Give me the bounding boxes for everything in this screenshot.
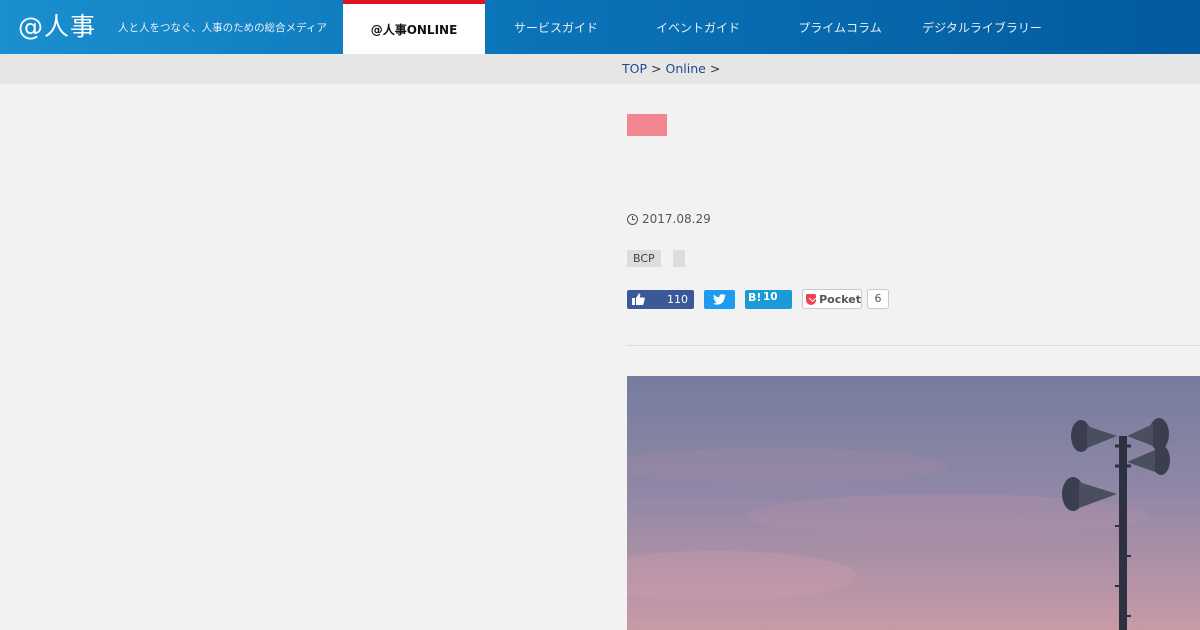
divider: [627, 345, 1200, 346]
nav-item-digital-library[interactable]: デジタルライブラリー: [911, 0, 1053, 54]
clock-icon: [627, 213, 638, 225]
facebook-like-button[interactable]: 110: [627, 290, 694, 309]
hatena-bookmark-button[interactable]: B! 10: [745, 290, 792, 309]
pocket-icon: [806, 293, 817, 305]
breadcrumb-online[interactable]: Online: [666, 61, 706, 76]
hatena-count: 10: [763, 291, 778, 303]
breadcrumb-bar: [0, 54, 1200, 84]
nav-item-prime-column[interactable]: プライムコラム: [769, 0, 911, 54]
tag-bcp[interactable]: BCP: [627, 250, 661, 267]
date-text: 2017.08.29: [642, 212, 711, 226]
article-hero-image: [627, 376, 1200, 630]
breadcrumb-separator: >: [651, 61, 662, 76]
thumbs-up-icon: [632, 293, 645, 305]
breadcrumb: TOP > Online >: [622, 61, 724, 77]
article-date: 2017.08.29: [627, 211, 711, 227]
site-logo[interactable]: @人事: [18, 12, 96, 42]
nav-item-service-guide[interactable]: サービスガイド: [485, 0, 627, 54]
breadcrumb-separator: >: [709, 61, 721, 76]
nav-item-event-guide[interactable]: イベントガイド: [627, 0, 769, 54]
site-header: @人事 人と人をつなぐ、人事のための総合メディア @人事ONLINE サービスガ…: [0, 0, 1200, 54]
tag-empty[interactable]: [673, 250, 685, 267]
hatena-icon: B!: [748, 291, 762, 304]
pocket-button[interactable]: Pocket: [802, 289, 862, 309]
nav-item-online[interactable]: @人事ONLINE: [343, 0, 485, 54]
site-tagline: 人と人をつなぐ、人事のための総合メディア: [118, 22, 327, 34]
pocket-count: 6: [867, 289, 889, 309]
facebook-count: 110: [667, 293, 688, 306]
pocket-label: Pocket: [819, 292, 861, 306]
breadcrumb-top[interactable]: TOP: [622, 61, 647, 76]
category-badge[interactable]: [627, 114, 667, 136]
twitter-bird-icon: [713, 294, 726, 305]
twitter-share-button[interactable]: [704, 290, 735, 309]
loudspeaker-pole-photo: [627, 376, 1200, 630]
